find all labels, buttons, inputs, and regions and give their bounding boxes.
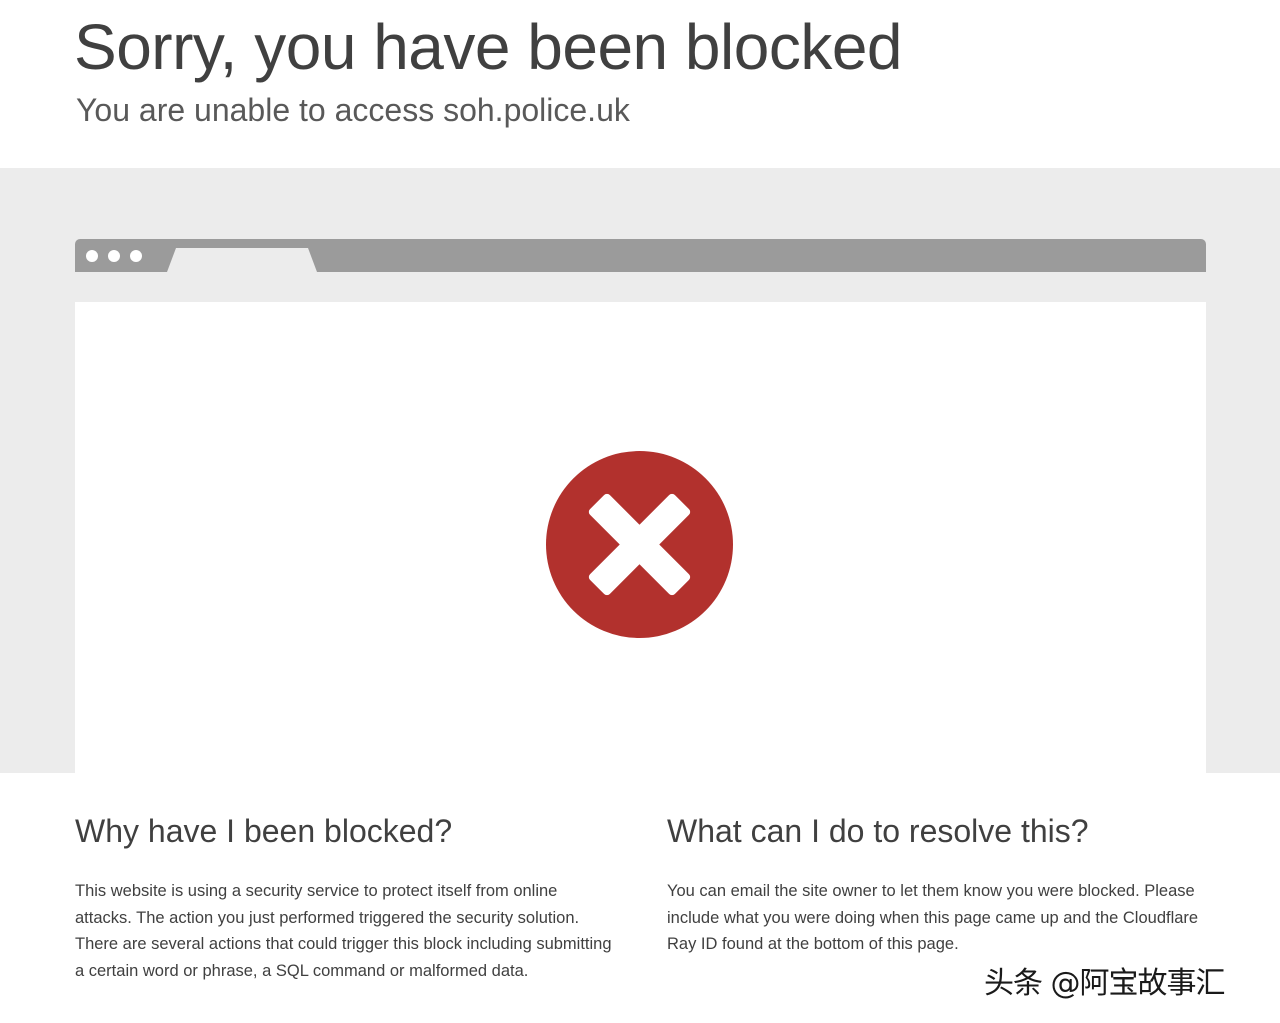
- page-subtitle: You are unable to access soh.police.uk: [76, 92, 630, 128]
- error-x-circle-icon: [546, 451, 733, 638]
- resolve-section: What can I do to resolve this? You can e…: [667, 813, 1207, 958]
- why-blocked-heading: Why have I been blocked?: [75, 813, 453, 849]
- header: Sorry, you have been blocked You are una…: [0, 0, 1280, 168]
- page-title: Sorry, you have been blocked: [74, 11, 903, 83]
- resolve-heading: What can I do to resolve this?: [667, 813, 1089, 849]
- window-dot-icon: [108, 250, 120, 262]
- browser-viewport: [75, 302, 1206, 773]
- browser-bar: [75, 239, 1206, 272]
- watermark: 头条 @阿宝故事汇: [984, 966, 1226, 1001]
- browser-illustration: [0, 168, 1280, 773]
- resolve-text: You can email the site owner to let them…: [667, 882, 1199, 954]
- browser-tab: [167, 248, 317, 272]
- why-blocked-section: Why have I been blocked? This website is…: [75, 813, 615, 984]
- window-dot-icon: [130, 250, 142, 262]
- why-blocked-text: This website is using a security service…: [75, 882, 612, 980]
- window-dot-icon: [86, 250, 98, 262]
